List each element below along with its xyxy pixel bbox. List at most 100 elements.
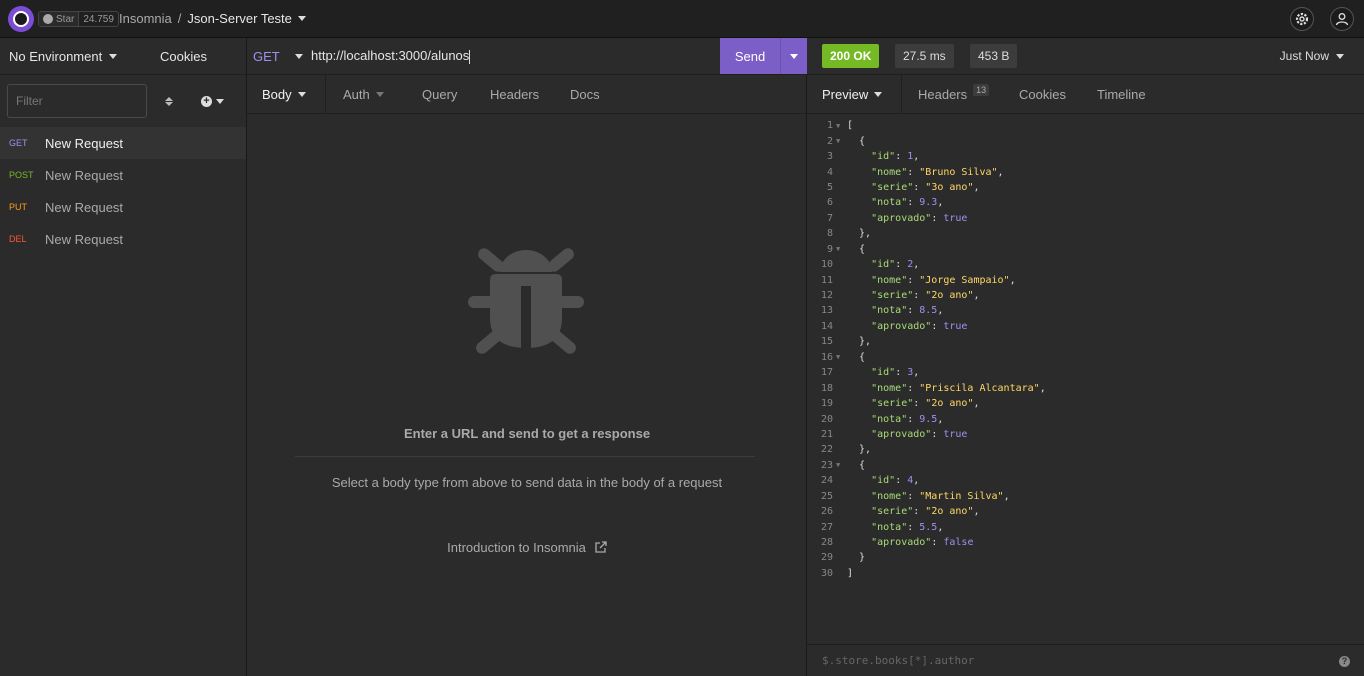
jsonpath-input[interactable]: $.store.books[*].author <box>822 654 974 667</box>
url-text: http://localhost:3000/alunos <box>311 48 470 64</box>
code-text: "id": 1, <box>871 151 920 163</box>
method-selector[interactable]: GET <box>253 49 289 64</box>
code-line: 25 "nome": "Martin Silva", <box>807 489 1364 504</box>
insomnia-logo[interactable] <box>8 6 34 32</box>
code-line: 26 "serie": "2o ano", <box>807 504 1364 519</box>
sidebar: No Environment Cookies Filter + GET New … <box>0 38 247 676</box>
code-line: 22 }, <box>807 442 1364 457</box>
sort-icon[interactable] <box>164 96 174 106</box>
tab-docs[interactable]: Docs <box>570 75 600 114</box>
fold-toggle-icon[interactable]: ▼ <box>833 461 847 469</box>
code-text: "nome": "Jorge Sampaio", <box>871 274 1016 286</box>
tab-query[interactable]: Query <box>422 75 457 114</box>
request-name: New Request <box>45 167 124 183</box>
help-icon[interactable]: ? <box>1339 656 1350 667</box>
request-method: GET <box>9 138 28 148</box>
tab-response-headers[interactable]: Headers 13 <box>918 75 990 114</box>
url-input[interactable]: http://localhost:3000/alunos <box>311 48 471 64</box>
account-button[interactable] <box>1330 7 1354 31</box>
environment-dropdown[interactable]: No Environment <box>9 49 149 64</box>
tab-label: Auth <box>343 87 370 102</box>
line-number: 14 <box>820 320 833 332</box>
response-pane: 200 OK 27.5 ms 453 B Just Now Preview He… <box>807 38 1364 676</box>
code-line: 3 "id": 1, <box>807 149 1364 164</box>
line-number: 5 <box>826 181 833 193</box>
workspace-name[interactable]: Json-Server Teste <box>187 11 292 26</box>
code-line: 20 "nota": 9.5, <box>807 411 1364 426</box>
line-number: 22 <box>820 444 833 456</box>
code-text: "aprovado": true <box>871 212 968 224</box>
sidebar-request-item[interactable]: PUT New Request <box>0 191 246 223</box>
line-number: 28 <box>820 537 833 549</box>
line-number: 23 <box>820 459 833 471</box>
code-text: "nome": "Bruno Silva", <box>871 166 1004 178</box>
fold-toggle-icon[interactable]: ▼ <box>833 245 847 253</box>
line-number: 19 <box>820 398 833 410</box>
tab-body[interactable]: Body <box>262 75 306 114</box>
code-text: "serie": "2o ano", <box>871 290 980 302</box>
code-line: 4 "nome": "Bruno Silva", <box>807 164 1364 179</box>
code-text: "serie": "3o ano", <box>871 181 980 193</box>
sidebar-request-item[interactable]: DEL New Request <box>0 223 246 255</box>
code-line: 28 "aprovado": false <box>807 535 1364 550</box>
tab-timeline[interactable]: Timeline <box>1097 75 1146 114</box>
code-line: 19 "serie": "2o ano", <box>807 396 1364 411</box>
empty-state: Enter a URL and send to get a response S… <box>247 114 807 674</box>
code-line: 5 "serie": "3o ano", <box>807 180 1364 195</box>
chevron-down-icon[interactable] <box>297 16 306 21</box>
fold-toggle-icon[interactable]: ▼ <box>833 122 847 130</box>
send-button[interactable]: Send <box>720 38 780 74</box>
chevron-down-icon <box>790 53 798 59</box>
code-text: }, <box>847 228 872 240</box>
user-icon <box>1335 13 1349 26</box>
top-bar: Star 24.759 Insomnia / Json-Server Teste <box>0 0 1364 38</box>
intro-link[interactable]: Introduction to Insomnia <box>247 540 807 555</box>
chevron-down-icon <box>216 98 224 104</box>
chevron-down-icon[interactable] <box>295 53 303 59</box>
url-bar: GET http://localhost:3000/alunos Send <box>247 38 807 75</box>
line-number: 24 <box>820 475 833 487</box>
code-text: }, <box>847 444 872 456</box>
code-line: 11 "nome": "Jorge Sampaio", <box>807 272 1364 287</box>
send-options-button[interactable] <box>780 38 807 74</box>
environment-label: No Environment <box>9 48 103 64</box>
code-line: 30] <box>807 566 1364 581</box>
line-number: 29 <box>820 552 833 564</box>
fold-toggle-icon[interactable]: ▼ <box>833 353 847 361</box>
intro-link-label: Introduction to Insomnia <box>447 540 586 555</box>
tab-headers[interactable]: Headers <box>490 75 539 114</box>
fold-toggle-icon[interactable]: ▼ <box>833 137 847 145</box>
github-star-button[interactable]: Star 24.759 <box>38 11 119 27</box>
line-number: 9 <box>826 243 833 255</box>
sidebar-request-item[interactable]: POST New Request <box>0 159 246 191</box>
code-text: }, <box>847 336 872 348</box>
line-number: 13 <box>820 305 833 317</box>
tab-cookies[interactable]: Cookies <box>1019 75 1066 114</box>
response-json-viewer[interactable]: 1 ▼[2 ▼ {3 "id": 1, 4 "nome": "Bruno Silva"… <box>807 118 1364 581</box>
line-number: 21 <box>820 428 833 440</box>
add-request-button[interactable]: + <box>201 95 224 107</box>
filter-input[interactable]: Filter <box>7 84 147 118</box>
breadcrumb-app[interactable]: Insomnia <box>119 11 172 26</box>
settings-button[interactable] <box>1290 7 1314 31</box>
chevron-down-icon <box>109 53 118 59</box>
line-number: 1 <box>826 120 833 132</box>
response-size-badge: 453 B <box>970 44 1018 68</box>
line-number: 20 <box>820 413 833 425</box>
tab-preview[interactable]: Preview <box>822 75 883 114</box>
sidebar-request-item[interactable]: GET New Request <box>0 127 246 159</box>
github-star-label: Star <box>56 13 75 25</box>
response-history-dropdown[interactable]: Just Now <box>1280 49 1344 63</box>
line-number: 16 <box>820 351 833 363</box>
code-line: 14 "aprovado": true <box>807 319 1364 334</box>
code-line: 7 "aprovado": true <box>807 211 1364 226</box>
cookies-button[interactable]: Cookies <box>160 49 207 64</box>
code-line: 12 "serie": "2o ano", <box>807 288 1364 303</box>
code-text: { <box>847 351 866 363</box>
tab-auth[interactable]: Auth <box>343 75 384 114</box>
code-text: ] <box>847 567 854 579</box>
code-text: "nota": 5.5, <box>871 521 944 533</box>
request-name: New Request <box>45 199 124 215</box>
line-number: 30 <box>820 567 833 579</box>
line-number: 7 <box>826 212 833 224</box>
